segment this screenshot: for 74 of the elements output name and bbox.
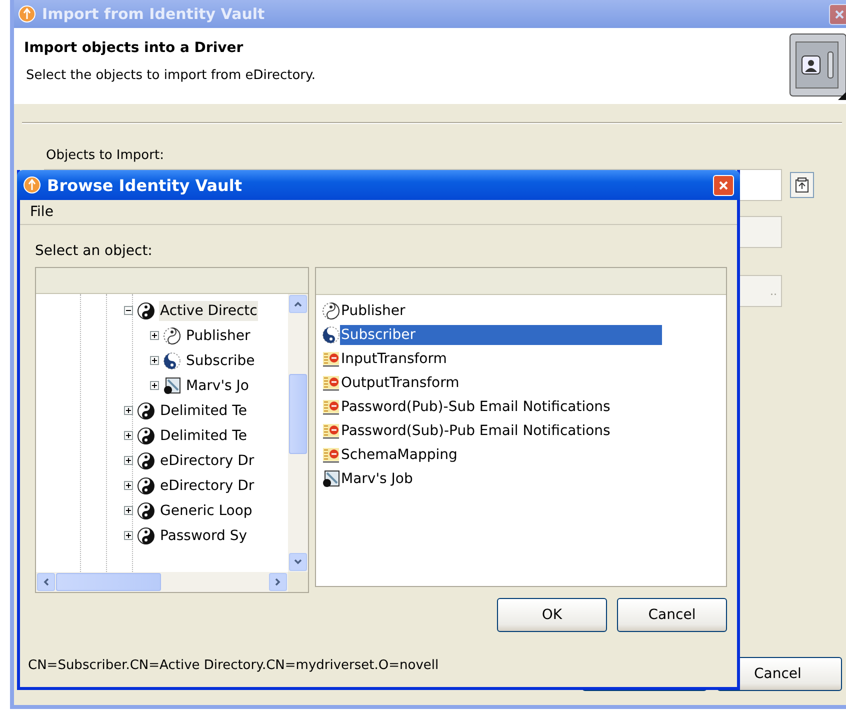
tree-item[interactable]: Active Directc [159, 300, 258, 320]
ok-button[interactable]: OK [497, 598, 607, 632]
dialog-title: Browse Identity Vault [47, 176, 242, 194]
expander-icon[interactable] [124, 406, 133, 415]
yin-yang-half-icon [322, 326, 340, 344]
scroll-thumb[interactable] [56, 573, 161, 591]
expander-icon[interactable] [124, 306, 133, 315]
folder-icon [795, 177, 809, 193]
browse-button[interactable] [790, 172, 814, 198]
tree-item[interactable]: eDirectory Dr [159, 450, 256, 470]
policy-icon [322, 447, 340, 463]
tree-item[interactable]: Generic Loop [159, 500, 254, 520]
policy-icon [322, 351, 340, 367]
header-subtitle: Select the objects to import from eDirectory. [26, 68, 316, 83]
close-button[interactable] [829, 4, 846, 24]
horizontal-scrollbar[interactable] [36, 572, 288, 592]
expander-icon[interactable] [124, 506, 133, 515]
scroll-thumb[interactable] [289, 374, 307, 454]
expander-icon[interactable] [124, 431, 133, 440]
close-button[interactable] [713, 174, 734, 196]
vault-icon [788, 32, 846, 102]
policy-icon [322, 423, 340, 439]
close-icon [835, 10, 844, 18]
list-item[interactable]: Publisher [340, 301, 406, 321]
expander-icon[interactable] [124, 456, 133, 465]
scroll-right-icon[interactable] [269, 573, 287, 591]
list-item[interactable]: Password(Pub)-Sub Email Notifications [340, 397, 612, 417]
job-icon [163, 376, 181, 394]
tree-item[interactable]: Marv's Jo [185, 376, 250, 396]
expander-icon[interactable] [150, 331, 159, 340]
expander-icon[interactable] [150, 381, 159, 390]
list-item[interactable]: SchemaMapping [340, 445, 458, 465]
header-title: Import objects into a Driver [24, 40, 244, 56]
app-icon [23, 176, 41, 194]
policy-icon [322, 375, 340, 391]
tree-item[interactable]: Delimited Te [159, 426, 248, 446]
yin-yang-icon [137, 502, 155, 520]
list-item[interactable]: Marv's Job [340, 469, 414, 489]
expander-icon[interactable] [150, 356, 159, 365]
tree-item[interactable]: Publisher [185, 326, 252, 346]
scroll-left-icon[interactable] [37, 573, 55, 591]
tree-item[interactable]: Password Sy [159, 526, 248, 546]
app-icon [18, 5, 36, 23]
close-icon [719, 180, 728, 190]
prompt-label: Select an object: [35, 243, 154, 259]
window-title: Import from Identity Vault [42, 5, 265, 23]
expander-icon[interactable] [124, 531, 133, 540]
yin-yang-icon [137, 402, 155, 420]
tree-item[interactable]: Subscribe [185, 350, 256, 370]
vertical-scrollbar[interactable] [288, 294, 308, 572]
yin-yang-icon [137, 426, 155, 444]
yin-yang-icon [137, 452, 155, 470]
scroll-up-icon[interactable] [289, 295, 307, 313]
tree-item[interactable]: Delimited Te [159, 400, 248, 420]
status-text: CN=Subscriber.CN=Active Directory.CN=mydriverset.O=novell [28, 658, 440, 673]
yin-yang-outline-icon [322, 302, 340, 320]
list-item[interactable]: OutputTransform [340, 373, 460, 393]
yin-yang-outline-icon [163, 326, 181, 344]
yin-yang-icon [137, 476, 155, 494]
yin-yang-icon [137, 302, 155, 320]
tree-item[interactable]: eDirectory Dr [159, 476, 256, 496]
scroll-down-icon[interactable] [289, 553, 307, 571]
scrollbar-corner [288, 572, 308, 592]
menu-item[interactable]: File [28, 204, 56, 220]
cancel-button[interactable]: Cancel [617, 598, 727, 632]
yin-yang-icon [137, 526, 155, 544]
yin-yang-half-icon [163, 352, 181, 370]
objects-label: Objects to Import: [46, 148, 165, 163]
list-item[interactable]: InputTransform [340, 349, 448, 369]
list-item[interactable]: Subscriber [340, 325, 662, 345]
expander-icon[interactable] [124, 481, 133, 490]
policy-icon [322, 399, 340, 415]
job-icon [322, 470, 340, 488]
list-item[interactable]: Password(Sub)-Pub Email Notifications [340, 421, 612, 441]
